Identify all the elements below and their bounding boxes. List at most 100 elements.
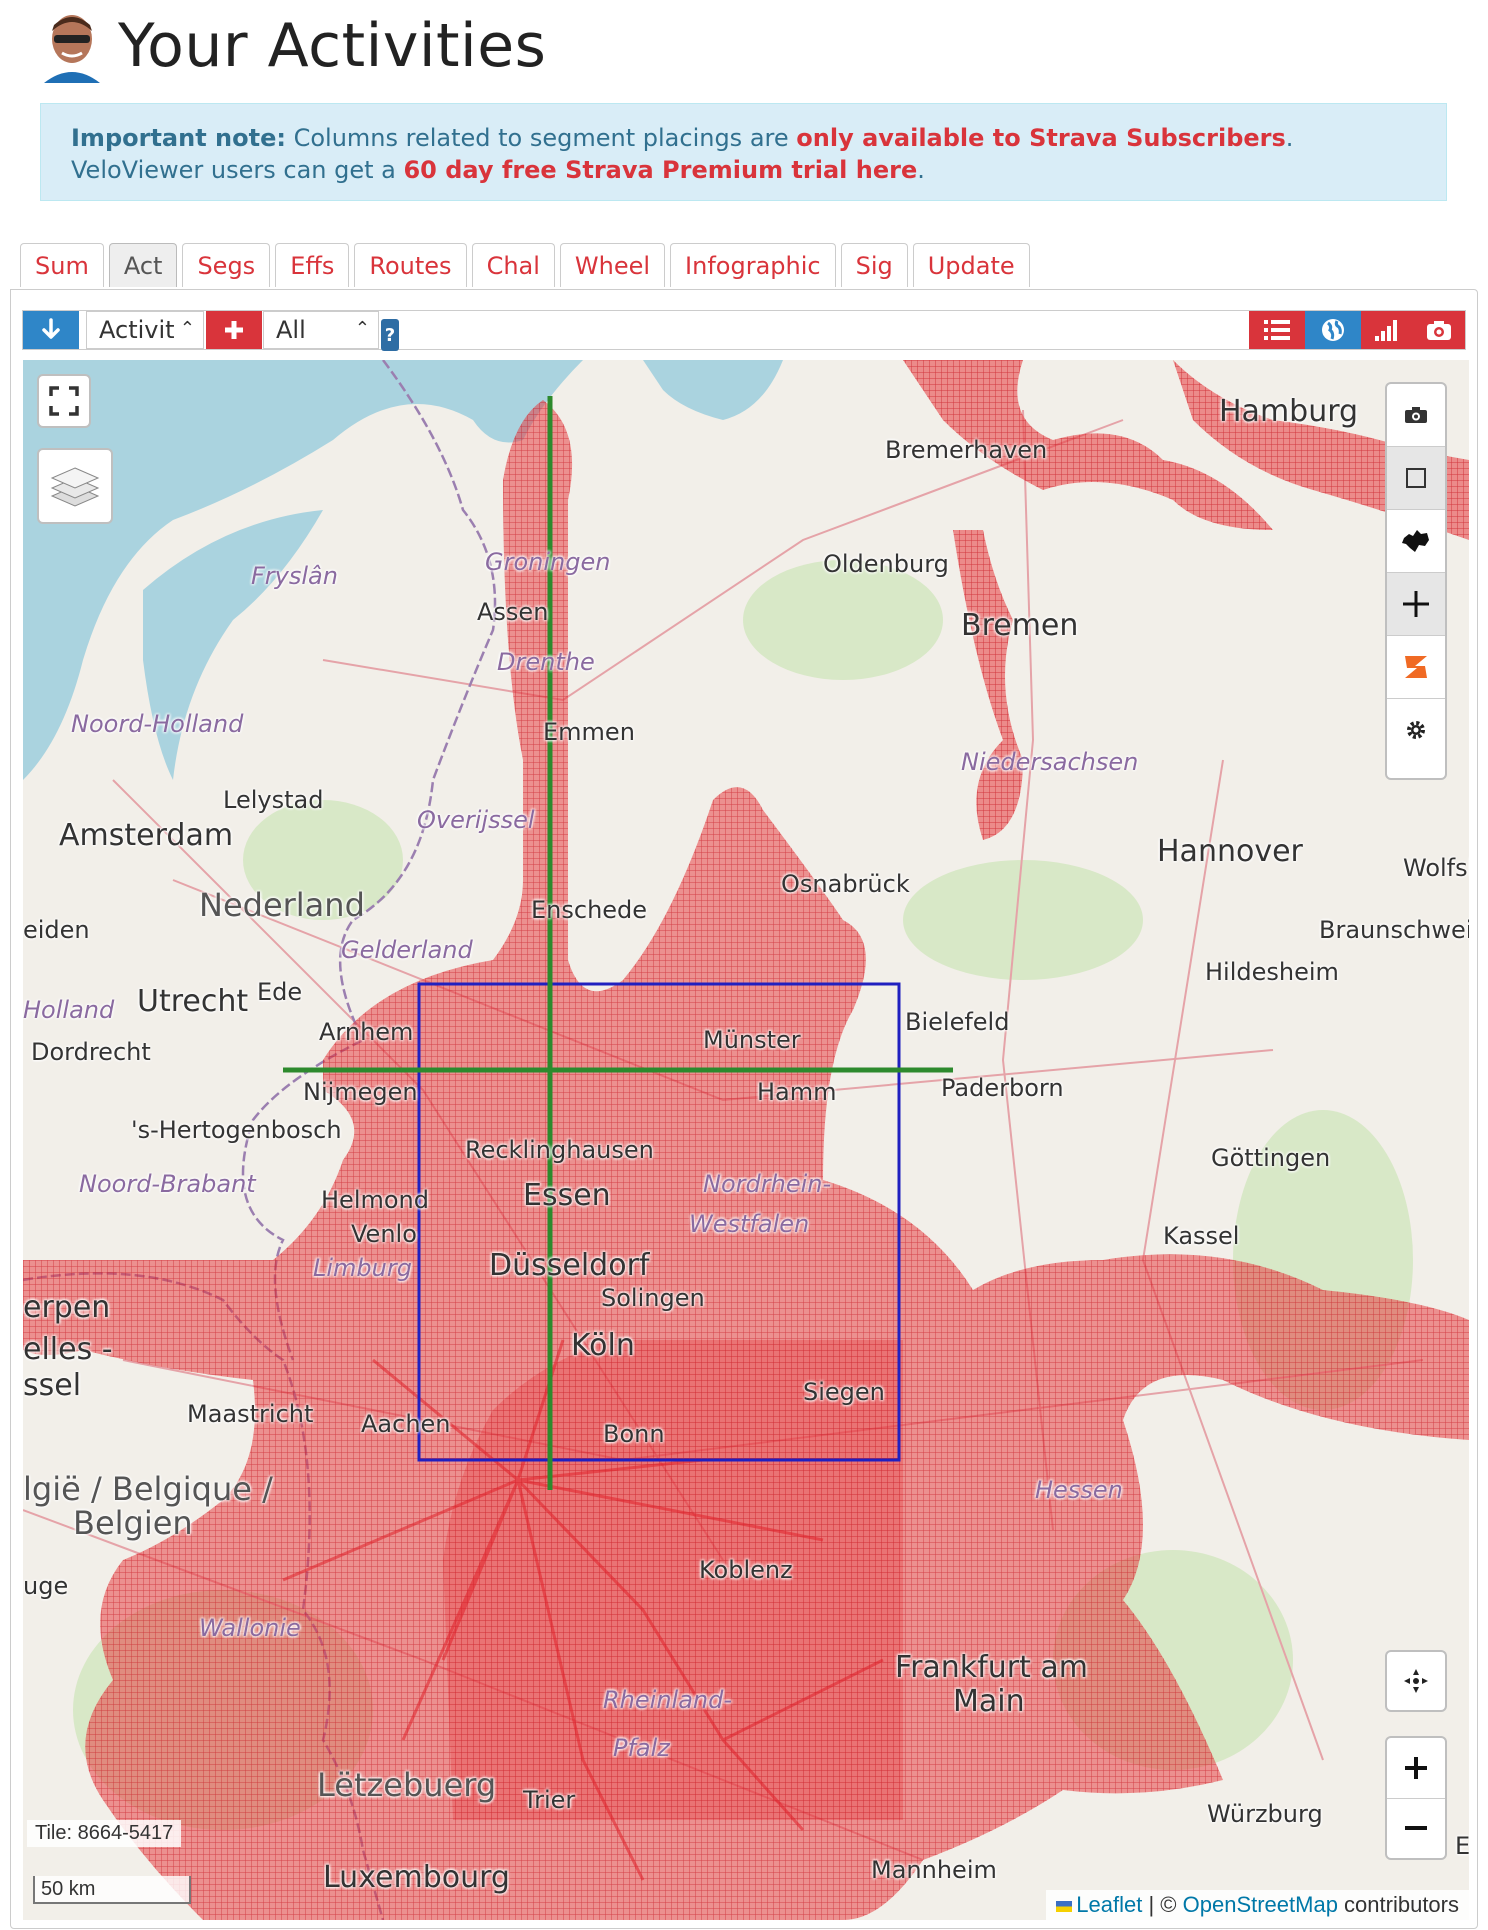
- chart-view-button[interactable]: [1361, 311, 1413, 349]
- leaflet-link[interactable]: Leaflet: [1076, 1892, 1142, 1917]
- bar-chart-icon: [1375, 320, 1397, 341]
- zoom-in-icon: [1405, 1756, 1427, 1779]
- zwift-button[interactable]: [1387, 636, 1445, 699]
- avatar[interactable]: [40, 9, 104, 83]
- subscribers-link[interactable]: only available to Strava Subscribers: [796, 124, 1286, 152]
- place-label: Hessen: [1035, 1476, 1123, 1504]
- place-label: Siegen: [803, 1378, 885, 1406]
- notice-text: Columns related to segment placings are: [285, 124, 797, 152]
- place-label: Wolfsl: [1403, 854, 1469, 882]
- place-label: Bremerhaven: [885, 436, 1048, 464]
- download-arrow-icon: [42, 318, 60, 339]
- place-label: Köln: [571, 1328, 635, 1363]
- locate-button[interactable]: [1385, 1650, 1447, 1712]
- region-button[interactable]: [1387, 510, 1445, 573]
- select-chevron-icon: ⌃: [179, 318, 195, 339]
- layers-icon: [50, 467, 100, 507]
- place-label: Amsterdam: [59, 818, 234, 853]
- tab-update[interactable]: Update: [912, 243, 1030, 287]
- tab-chal[interactable]: Chal: [471, 243, 555, 287]
- page-header: Your Activities: [40, 6, 546, 86]
- place-label: Nordrhein-: [703, 1170, 832, 1198]
- activity-map[interactable]: Hamburg Bremerhaven Groningen Fryslân Oldenb…: [23, 360, 1469, 1920]
- activity-toolbar: Activit ⌃ All ⌃ ?: [22, 310, 1466, 351]
- place-label: Pfalz: [613, 1734, 670, 1762]
- screenshot-button[interactable]: [1413, 311, 1465, 349]
- zoom-out-icon: [1405, 1826, 1427, 1831]
- help-button[interactable]: ?: [381, 319, 399, 351]
- zoom-control: [1385, 1736, 1447, 1860]
- draw-rectangle-button[interactable]: [1387, 447, 1445, 510]
- map-settings-button[interactable]: [1387, 699, 1445, 761]
- place-label: ssel: [23, 1368, 82, 1403]
- zoom-in-button[interactable]: [1387, 1738, 1445, 1799]
- tab-routes[interactable]: Routes: [354, 243, 467, 287]
- filter-select-value: All: [276, 316, 306, 344]
- tab-act[interactable]: Act: [108, 243, 178, 287]
- activity-select-value: Activit: [99, 316, 175, 344]
- place-label: Ede: [257, 978, 303, 1006]
- filter-select[interactable]: All ⌃: [263, 311, 379, 349]
- globe-icon: [1322, 319, 1344, 341]
- place-label: Noord-Holland: [71, 710, 244, 738]
- attribution-suffix: contributors: [1337, 1892, 1459, 1917]
- place-label: Hildesheim: [1205, 958, 1339, 986]
- fullscreen-button[interactable]: [37, 374, 91, 428]
- place-label: lgië / Belgique /: [23, 1470, 273, 1508]
- place-label: Helmond: [321, 1186, 429, 1214]
- premium-trial-link[interactable]: 60 day free Strava Premium trial here: [403, 156, 917, 184]
- activity-select[interactable]: Activit ⌃: [86, 311, 204, 349]
- map-view-button[interactable]: [1305, 311, 1361, 349]
- place-label: Bremen: [961, 608, 1079, 643]
- place-label: Nijmegen: [303, 1078, 418, 1106]
- place-label: Recklinghausen: [465, 1136, 654, 1164]
- region-shape-icon: [1402, 530, 1429, 552]
- place-label: Oldenburg: [823, 550, 949, 578]
- map-tools-bar: [1385, 382, 1447, 780]
- place-label: Belgien: [73, 1504, 193, 1542]
- map-screenshot-button[interactable]: [1387, 384, 1445, 447]
- scale-bar: 50 km: [33, 1876, 191, 1904]
- fullscreen-icon: [49, 386, 79, 416]
- place-label: Bonn: [603, 1420, 665, 1448]
- tab-sig[interactable]: Sig: [840, 243, 908, 287]
- place-label: Solingen: [601, 1284, 705, 1312]
- place-label: Westfalen: [689, 1210, 810, 1238]
- place-label: Enschede: [531, 896, 648, 924]
- layers-button[interactable]: [37, 448, 113, 524]
- place-label: Luxembourg: [323, 1860, 510, 1895]
- zoom-out-button[interactable]: [1387, 1799, 1445, 1859]
- tab-segs[interactable]: Segs: [182, 243, 271, 287]
- tab-effs[interactable]: Effs: [275, 243, 350, 287]
- square-icon: [1406, 468, 1426, 488]
- place-label: Braunschwei: [1319, 916, 1469, 944]
- camera-icon: [1405, 407, 1427, 423]
- attribution-separator: | ©: [1142, 1892, 1183, 1917]
- place-label: Wallonie: [199, 1614, 301, 1642]
- crosshair-button[interactable]: [1387, 573, 1445, 636]
- list-view-button[interactable]: [1249, 311, 1305, 349]
- place-label: 's-Hertogenbosch: [131, 1116, 342, 1144]
- tile-info: Tile: 8664-5417: [27, 1820, 182, 1847]
- osm-link[interactable]: OpenStreetMap: [1183, 1892, 1338, 1917]
- tab-bar: Sum Act Segs Effs Routes Chal Wheel Info…: [20, 243, 1035, 289]
- place-label: Maastricht: [187, 1400, 314, 1428]
- download-button[interactable]: [23, 311, 79, 349]
- place-label: Würzburg: [1207, 1800, 1323, 1828]
- place-label: Düsseldorf: [489, 1248, 650, 1283]
- place-label: Emmen: [543, 718, 635, 746]
- subscription-notice: Important note: Columns related to segme…: [40, 103, 1447, 201]
- place-label: Hannover: [1157, 834, 1303, 869]
- place-label: Bielefeld: [905, 1008, 1010, 1036]
- tab-infographic[interactable]: Infographic: [670, 243, 836, 287]
- add-filter-button[interactable]: [206, 311, 262, 349]
- place-label: Noord-Brabant: [79, 1170, 256, 1198]
- list-icon: [1264, 320, 1290, 340]
- zwift-icon: [1405, 656, 1427, 678]
- tab-sum[interactable]: Sum: [20, 243, 104, 287]
- plus-crosshair-icon: [1403, 591, 1429, 617]
- place-label: Utrecht: [137, 984, 249, 1019]
- place-label: Trier: [523, 1786, 576, 1814]
- place-label: Göttingen: [1211, 1144, 1331, 1172]
- tab-wheel[interactable]: Wheel: [559, 243, 666, 287]
